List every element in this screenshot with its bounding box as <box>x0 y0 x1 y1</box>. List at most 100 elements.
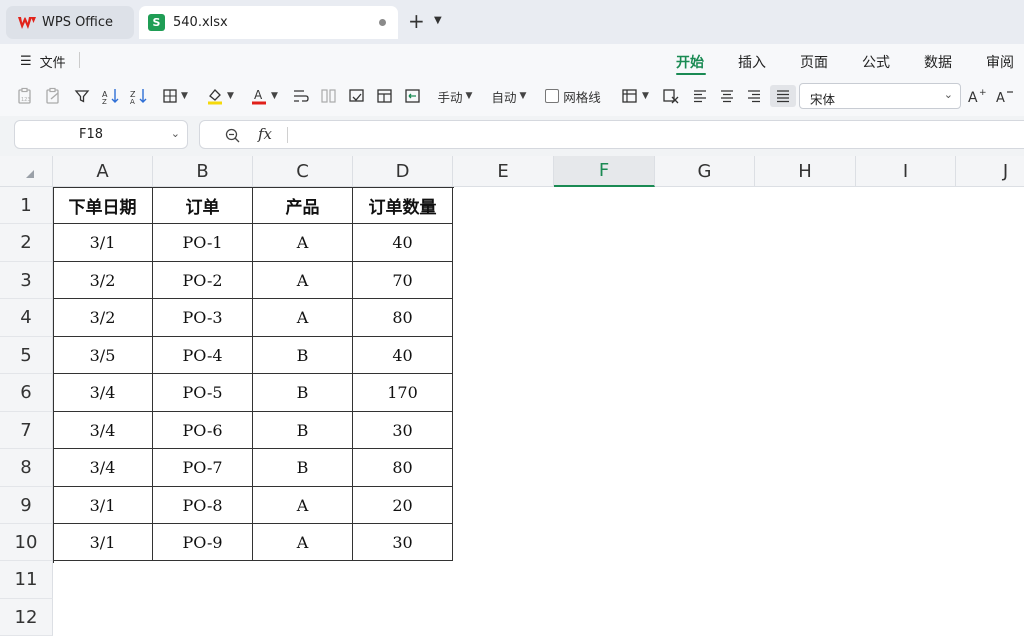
table-cell[interactable]: 3/5 <box>53 337 153 374</box>
freeze-panes-button[interactable]: ▼ <box>618 85 652 107</box>
fx-icon[interactable]: fx <box>258 125 272 143</box>
spreadsheet-grid[interactable]: ABCDEFGHIJ 1 2 3 4 5 6 7 8 9 10 11 12 下单日期 订单 产品 订单数量 3… <box>0 156 1024 639</box>
row-header-5[interactable]: 5 <box>0 337 53 374</box>
wrap-text-icon[interactable] <box>290 85 312 107</box>
fit-columns-icon[interactable] <box>402 85 424 107</box>
table-cell[interactable]: PO-4 <box>153 337 253 374</box>
column-header-c[interactable]: C <box>253 156 353 187</box>
table-header-cell[interactable]: 订单 <box>153 187 253 224</box>
fill-color-button[interactable]: ▼ <box>202 85 238 107</box>
table-cell[interactable]: 80 <box>353 299 453 337</box>
sort-descending-icon[interactable]: ZA <box>128 85 150 107</box>
tab-insert[interactable]: 插入 <box>738 52 766 72</box>
row-header-10[interactable]: 10 <box>0 524 53 561</box>
font-color-button[interactable]: A ▼ <box>246 85 282 107</box>
column-header-j[interactable]: J <box>956 156 1024 187</box>
table-cell[interactable]: 3/2 <box>53 262 153 299</box>
table-cell[interactable]: A <box>253 262 353 299</box>
decrease-font-size-icon[interactable]: A <box>994 85 1016 107</box>
table-cell[interactable]: 3/1 <box>53 524 153 561</box>
font-name-dropdown[interactable]: 宋体 ⌄ <box>799 83 961 109</box>
row-header-9[interactable]: 9 <box>0 487 53 524</box>
table-cell[interactable]: PO-5 <box>153 374 253 412</box>
table-cell[interactable]: PO-6 <box>153 412 253 449</box>
column-header-f[interactable]: F <box>554 156 655 187</box>
increase-font-size-icon[interactable]: A + <box>966 85 988 107</box>
formula-input[interactable]: fx <box>199 120 1024 149</box>
row-height-dropdown[interactable]: 手动 ▼ <box>432 85 478 107</box>
row-header-11[interactable]: 11 <box>0 561 53 599</box>
column-layout-icon[interactable] <box>318 85 340 107</box>
paste-format-icon[interactable] <box>42 85 64 107</box>
filter-icon[interactable] <box>72 85 92 107</box>
table-cell[interactable]: 40 <box>353 337 453 374</box>
table-cell[interactable]: PO-8 <box>153 487 253 524</box>
column-header-h[interactable]: H <box>755 156 856 187</box>
table-cell[interactable]: B <box>253 449 353 487</box>
table-cell[interactable]: PO-2 <box>153 262 253 299</box>
table-cell[interactable]: 30 <box>353 524 453 561</box>
tab-home[interactable]: 开始 <box>676 52 704 72</box>
justify-icon[interactable] <box>770 85 796 107</box>
table-cell[interactable]: 3/2 <box>53 299 153 337</box>
row-header-4[interactable]: 4 <box>0 299 53 337</box>
new-tab-button[interactable]: + <box>408 11 425 31</box>
table-cell[interactable]: 3/4 <box>53 449 153 487</box>
table-cell[interactable]: A <box>253 224 353 262</box>
tab-formula[interactable]: 公式 <box>862 52 890 72</box>
column-header-d[interactable]: D <box>353 156 453 187</box>
column-header-g[interactable]: G <box>655 156 755 187</box>
table-cell[interactable]: B <box>253 412 353 449</box>
align-right-icon[interactable] <box>744 85 764 107</box>
file-menu-button[interactable]: ☰ 文件 <box>20 52 66 71</box>
column-header-b[interactable]: B <box>153 156 253 187</box>
table-header-cell[interactable]: 订单数量 <box>353 187 453 224</box>
column-header-e[interactable]: E <box>453 156 554 187</box>
clear-format-icon[interactable] <box>660 85 682 107</box>
tab-page[interactable]: 页面 <box>800 52 828 72</box>
select-all-corner[interactable] <box>0 156 53 187</box>
column-header-a[interactable]: A <box>53 156 153 187</box>
zoom-search-icon[interactable] <box>224 127 242 145</box>
paste-values-icon[interactable]: 123 <box>14 85 36 107</box>
table-cell[interactable]: 20 <box>353 487 453 524</box>
table-cell[interactable]: PO-9 <box>153 524 253 561</box>
table-cell[interactable]: 3/1 <box>53 487 153 524</box>
table-cell[interactable]: B <box>253 337 353 374</box>
table-cell[interactable]: PO-7 <box>153 449 253 487</box>
name-box[interactable]: F18 ⌄ <box>14 120 188 149</box>
gridlines-checkbox[interactable] <box>545 89 560 103</box>
table-cell[interactable]: 30 <box>353 412 453 449</box>
column-header-i[interactable]: I <box>856 156 956 187</box>
table-cell[interactable]: 70 <box>353 262 453 299</box>
table-cell[interactable]: PO-1 <box>153 224 253 262</box>
align-left-icon[interactable] <box>690 85 710 107</box>
wps-office-tab[interactable]: WPS Office <box>6 6 134 39</box>
row-header-6[interactable]: 6 <box>0 374 53 412</box>
table-cell[interactable]: B <box>253 374 353 412</box>
row-header-7[interactable]: 7 <box>0 412 53 449</box>
tab-list-chevron-icon[interactable]: ▼ <box>434 15 442 26</box>
table-cell[interactable]: PO-3 <box>153 299 253 337</box>
table-cell[interactable]: A <box>253 299 353 337</box>
tab-data[interactable]: 数据 <box>924 52 952 72</box>
row-header-1[interactable]: 1 <box>0 187 53 224</box>
row-header-8[interactable]: 8 <box>0 449 53 487</box>
table-cell[interactable]: 80 <box>353 449 453 487</box>
table-cell[interactable]: 3/4 <box>53 374 153 412</box>
table-cell[interactable]: 170 <box>353 374 453 412</box>
table-cell[interactable]: A <box>253 487 353 524</box>
gridlines-toggle[interactable]: 网格线 <box>541 85 605 107</box>
sort-ascending-icon[interactable]: AZ <box>100 85 122 107</box>
unsaved-dot-icon[interactable] <box>379 19 386 26</box>
table-header-cell[interactable]: 产品 <box>253 187 353 224</box>
row-column-icon[interactable] <box>374 85 396 107</box>
tab-review[interactable]: 审阅 <box>986 52 1014 72</box>
row-header-3[interactable]: 3 <box>0 262 53 299</box>
borders-button[interactable]: ▼ <box>158 85 192 107</box>
row-header-2[interactable]: 2 <box>0 224 53 262</box>
text-to-columns-icon[interactable] <box>346 85 368 107</box>
align-center-icon[interactable] <box>717 85 737 107</box>
document-tab[interactable]: S 540.xlsx <box>139 6 398 39</box>
table-cell[interactable]: 3/4 <box>53 412 153 449</box>
